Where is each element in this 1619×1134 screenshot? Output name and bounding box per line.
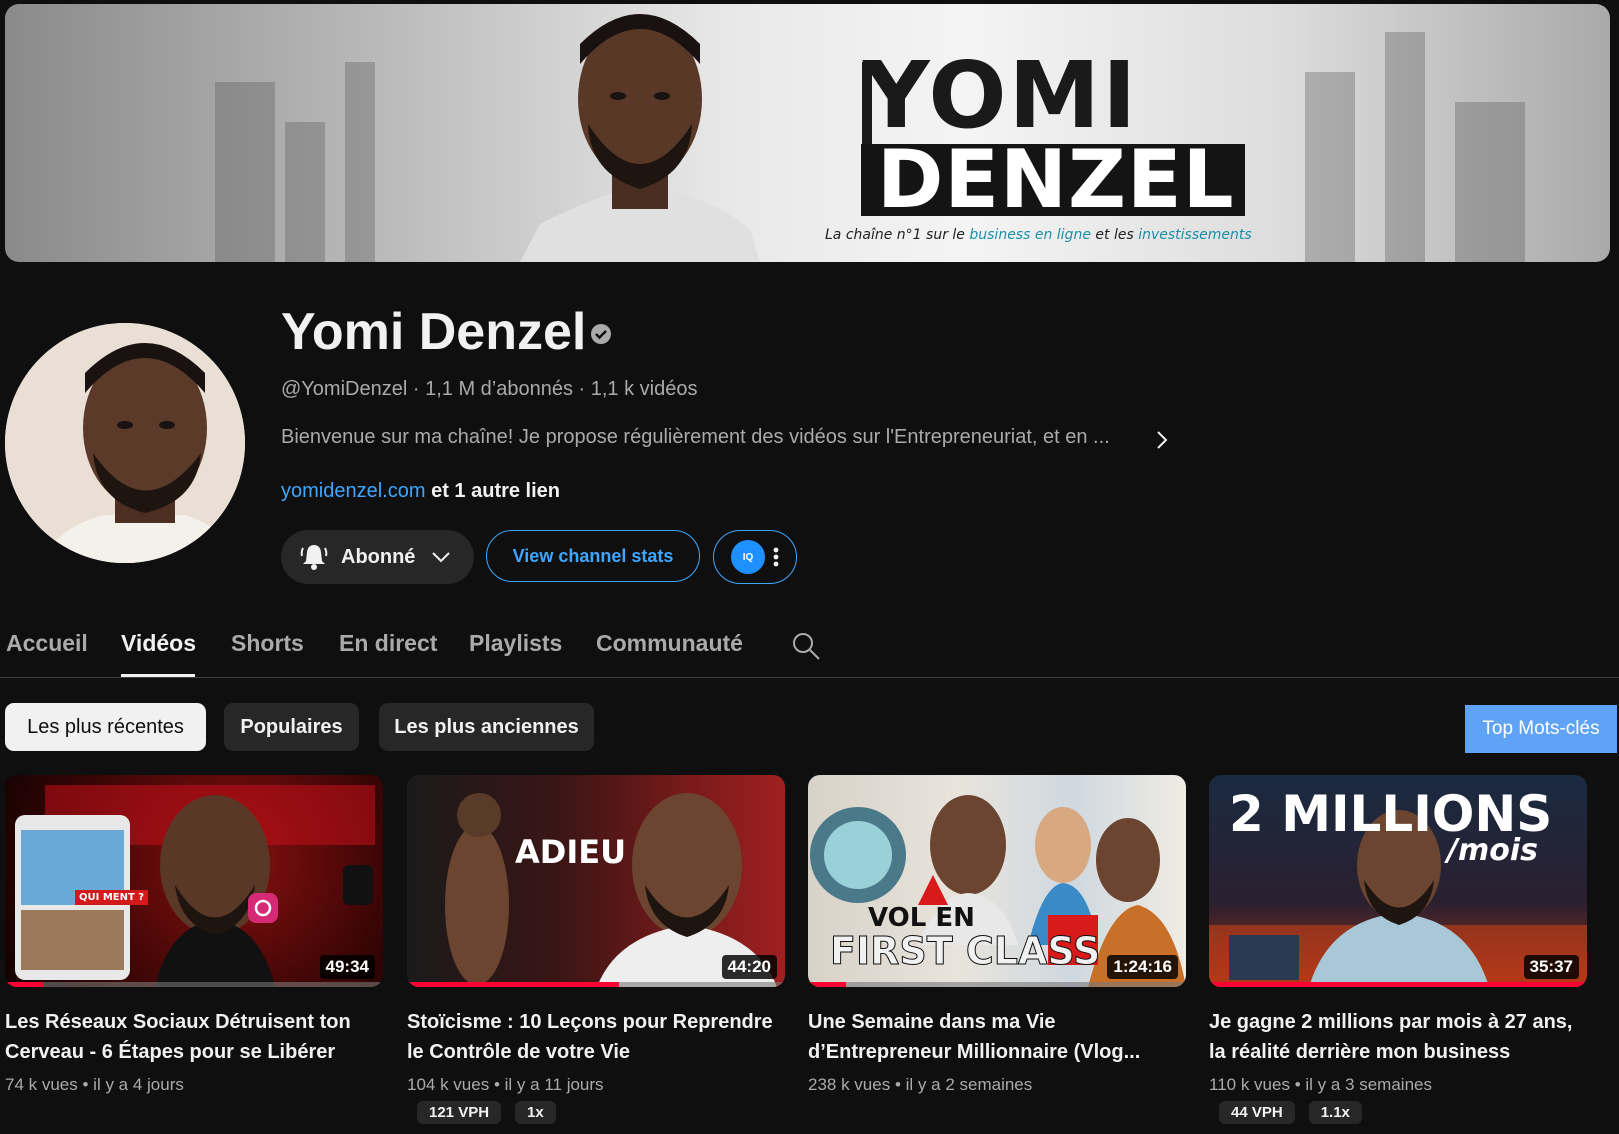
banner-portrait <box>520 14 760 262</box>
view-count: 74 k vues <box>5 1075 78 1094</box>
video-thumbnail[interactable]: VOL EN FIRST CLASS 1:24:16 <box>808 775 1186 987</box>
video-thumbnail[interactable]: 2 MILLIONS /mois 35:37 <box>1209 775 1587 987</box>
thumbnail-caption: QUI MENT ? <box>75 890 149 905</box>
upload-age: il y a 3 semaines <box>1305 1075 1432 1094</box>
subscribed-label: Abonné <box>341 545 416 568</box>
watch-progress-bar <box>1209 982 1587 987</box>
upload-age: il y a 4 jours <box>93 1075 184 1094</box>
active-tab-indicator <box>121 674 195 677</box>
upload-age: il y a 2 semaines <box>905 1075 1033 1094</box>
multiplier-badge: 1.1x <box>1308 1101 1362 1124</box>
watch-progress-bar <box>808 982 846 987</box>
video-duration: 35:37 <box>1523 955 1579 979</box>
vidiq-badges: 121 VPH 1x <box>407 1101 785 1124</box>
more-links-button[interactable]: et 1 autre lien <box>431 480 560 502</box>
watch-progress-bar <box>407 982 619 987</box>
view-count: 104 k vues <box>407 1075 490 1094</box>
video-title[interactable]: Stoïcisme : 10 Leçons pour Reprendre le … <box>407 1007 785 1067</box>
subscriber-count: 1,1 M d’abonnés <box>425 378 573 400</box>
video-thumbnail[interactable]: ADIEU 44:20 <box>407 775 785 987</box>
chip-latest[interactable]: Les plus récentes <box>5 703 206 751</box>
banner-logo-line2-box: DENZEL <box>861 136 1245 224</box>
video-duration: 1:24:16 <box>1107 955 1178 979</box>
thumbnail-caption: ADIEU <box>515 833 627 871</box>
channel-avatar[interactable] <box>5 323 245 563</box>
bell-ringing-icon <box>300 545 328 570</box>
verified-badge-icon <box>591 324 611 344</box>
video-meta: 110 k vues • il y a 3 semaines <box>1209 1075 1432 1094</box>
video-duration: 44:20 <box>721 955 777 979</box>
thumbnail-caption-2: /mois <box>1447 833 1538 868</box>
tab-en-direct[interactable]: En direct <box>339 624 437 662</box>
watch-progress-bar <box>5 982 43 987</box>
upload-age: il y a 11 jours <box>504 1075 604 1094</box>
search-icon[interactable] <box>791 631 821 661</box>
video-card[interactable]: ADIEU 44:20 Stoïcisme : 10 Leçons pour R… <box>407 775 785 1124</box>
tab-videos[interactable]: Vidéos <box>121 624 196 662</box>
channel-name: Yomi Denzel <box>281 303 587 361</box>
banner-logo-line1: YOMI <box>863 42 1139 149</box>
video-count: 1,1 k vidéos <box>590 378 698 400</box>
video-thumbnail[interactable]: QUI MENT ? 49:34 <box>5 775 383 987</box>
video-meta: 74 k vues • il y a 4 jours <box>5 1075 184 1094</box>
chip-oldest[interactable]: Les plus anciennes <box>379 703 594 751</box>
view-count: 238 k vues <box>808 1075 891 1094</box>
more-vert-icon <box>773 547 779 567</box>
banner-logo-line2: DENZEL <box>877 133 1235 226</box>
video-card[interactable]: QUI MENT ? 49:34 Les Réseaux Sociaux Dét… <box>5 775 383 1095</box>
vph-badge: 121 VPH <box>417 1101 502 1124</box>
tab-accueil[interactable]: Accueil <box>6 624 88 662</box>
view-channel-stats-button[interactable]: View channel stats <box>486 530 700 582</box>
vidiq-icon: IQ <box>731 540 765 574</box>
video-meta: 104 k vues • il y a 11 jours <box>407 1075 604 1094</box>
tab-playlists[interactable]: Playlists <box>469 624 562 662</box>
vph-badge: 44 VPH <box>1219 1101 1295 1124</box>
channel-tabs: Accueil Vidéos Shorts En direct Playlist… <box>0 624 1619 678</box>
multiplier-badge: 1x <box>515 1101 556 1124</box>
subscribed-button[interactable]: Abonné <box>281 530 474 584</box>
thumbnail-caption-2: FIRST CLASS <box>829 929 1101 974</box>
banner-tagline: La chaîne n°1 sur le business en ligne e… <box>825 227 1252 243</box>
video-card[interactable]: 2 MILLIONS /mois 35:37 Je gagne 2 millio… <box>1209 775 1587 1124</box>
video-title[interactable]: Les Réseaux Sociaux Détruisent ton Cerve… <box>5 1007 383 1067</box>
channel-banner: YOMI DENZEL La chaîne n°1 sur le busines… <box>5 4 1610 262</box>
tab-communaute[interactable]: Communauté <box>596 624 743 662</box>
channel-handle: @YomiDenzel <box>281 378 408 400</box>
video-meta: 238 k vues • il y a 2 semaines <box>808 1075 1033 1094</box>
channel-links: yomidenzel.com et 1 autre lien <box>281 480 560 503</box>
chevron-down-icon <box>432 552 451 563</box>
video-card[interactable]: VOL EN FIRST CLASS 1:24:16 Une Semaine d… <box>808 775 1186 1095</box>
video-title[interactable]: Je gagne 2 millions par mois à 27 ans, l… <box>1209 1007 1587 1067</box>
tab-shorts[interactable]: Shorts <box>231 624 304 662</box>
chevron-right-icon[interactable] <box>1154 428 1170 452</box>
chip-popular[interactable]: Populaires <box>224 703 359 751</box>
vidiq-badges: 44 VPH 1.1x <box>1209 1101 1587 1124</box>
extension-menu-button[interactable]: IQ <box>713 530 797 584</box>
channel-website-link[interactable]: yomidenzel.com <box>281 480 426 502</box>
video-duration: 49:34 <box>319 955 375 979</box>
video-title[interactable]: Une Semaine dans ma Vie d’Entrepreneur M… <box>808 1007 1186 1067</box>
view-count: 110 k vues <box>1209 1075 1290 1094</box>
top-keywords-button[interactable]: Top Mots-clés <box>1465 705 1617 753</box>
channel-description[interactable]: Bienvenue sur ma chaîne! Je propose régu… <box>281 426 1110 449</box>
channel-meta: @YomiDenzel · 1,1 M d’abonnés · 1,1 k vi… <box>281 378 698 400</box>
